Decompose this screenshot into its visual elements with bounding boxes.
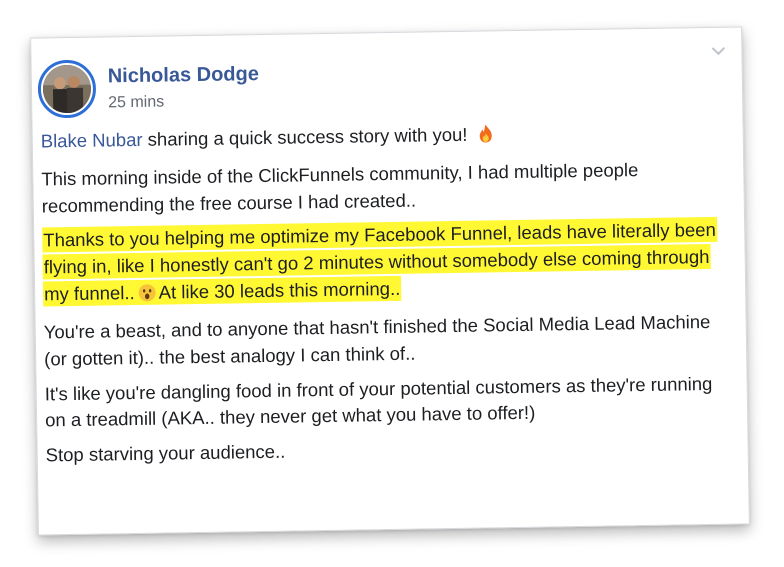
highlighted-paragraph: Thanks to you helping me optimize my Fac… [42,217,733,311]
post-paragraph: You're a beast, and to anyone that hasn'… [43,310,711,370]
chevron-down-icon[interactable] [709,42,727,60]
post-paragraph: It's like you're dangling food in front … [44,372,713,431]
post-body: Blake Nubar sharing a quick success stor… [41,118,736,478]
mentioned-user-link[interactable]: Blake Nubar [41,129,143,152]
screenshot-stage: Nicholas Dodge 25 mins Blake Nubar shari… [0,0,784,567]
post-author-name[interactable]: Nicholas Dodge [108,63,259,88]
wow-emoji-icon [138,283,156,310]
facebook-post-card: Nicholas Dodge 25 mins Blake Nubar shari… [30,26,750,536]
fire-emoji-icon [476,123,494,151]
post-intro-line: Blake Nubar sharing a quick success stor… [41,118,731,159]
highlight-text-part-2: At like 30 leads this morning.. [158,277,401,303]
highlighted-text: Thanks to you helping me optimize my Fac… [42,217,717,307]
intro-text: sharing a quick success story with you! [142,123,473,150]
post-paragraph: This morning inside of the ClickFunnels … [41,158,639,217]
avatar[interactable] [37,59,97,119]
post-timestamp[interactable]: 25 mins [108,94,164,113]
post-paragraph: Stop starving your audience.. [45,440,286,466]
avatar-photo [42,64,92,114]
